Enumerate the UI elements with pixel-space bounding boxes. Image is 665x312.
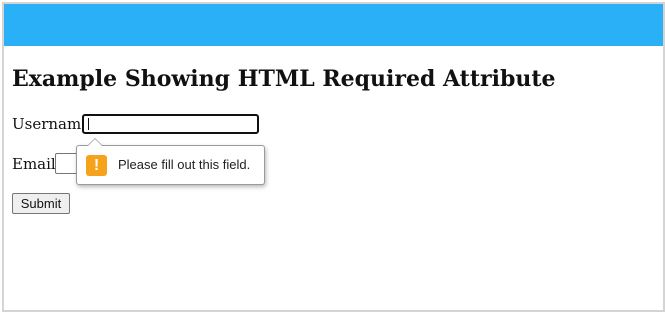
validation-tooltip: ! Please fill out this field.: [76, 138, 265, 185]
validation-message: Please fill out this field.: [118, 157, 251, 172]
warning-icon: !: [86, 155, 107, 176]
page-frame: Example Showing HTML Required Attribute …: [2, 2, 665, 312]
tooltip-arrow: [87, 138, 103, 146]
header-banner: [4, 4, 663, 46]
username-input[interactable]: [82, 114, 259, 134]
text-caret: [88, 118, 89, 130]
page-title: Example Showing HTML Required Attribute: [12, 66, 556, 92]
username-label: Username: [12, 115, 91, 133]
email-label: Email: [12, 155, 56, 173]
submit-button[interactable]: Submit: [12, 193, 70, 214]
